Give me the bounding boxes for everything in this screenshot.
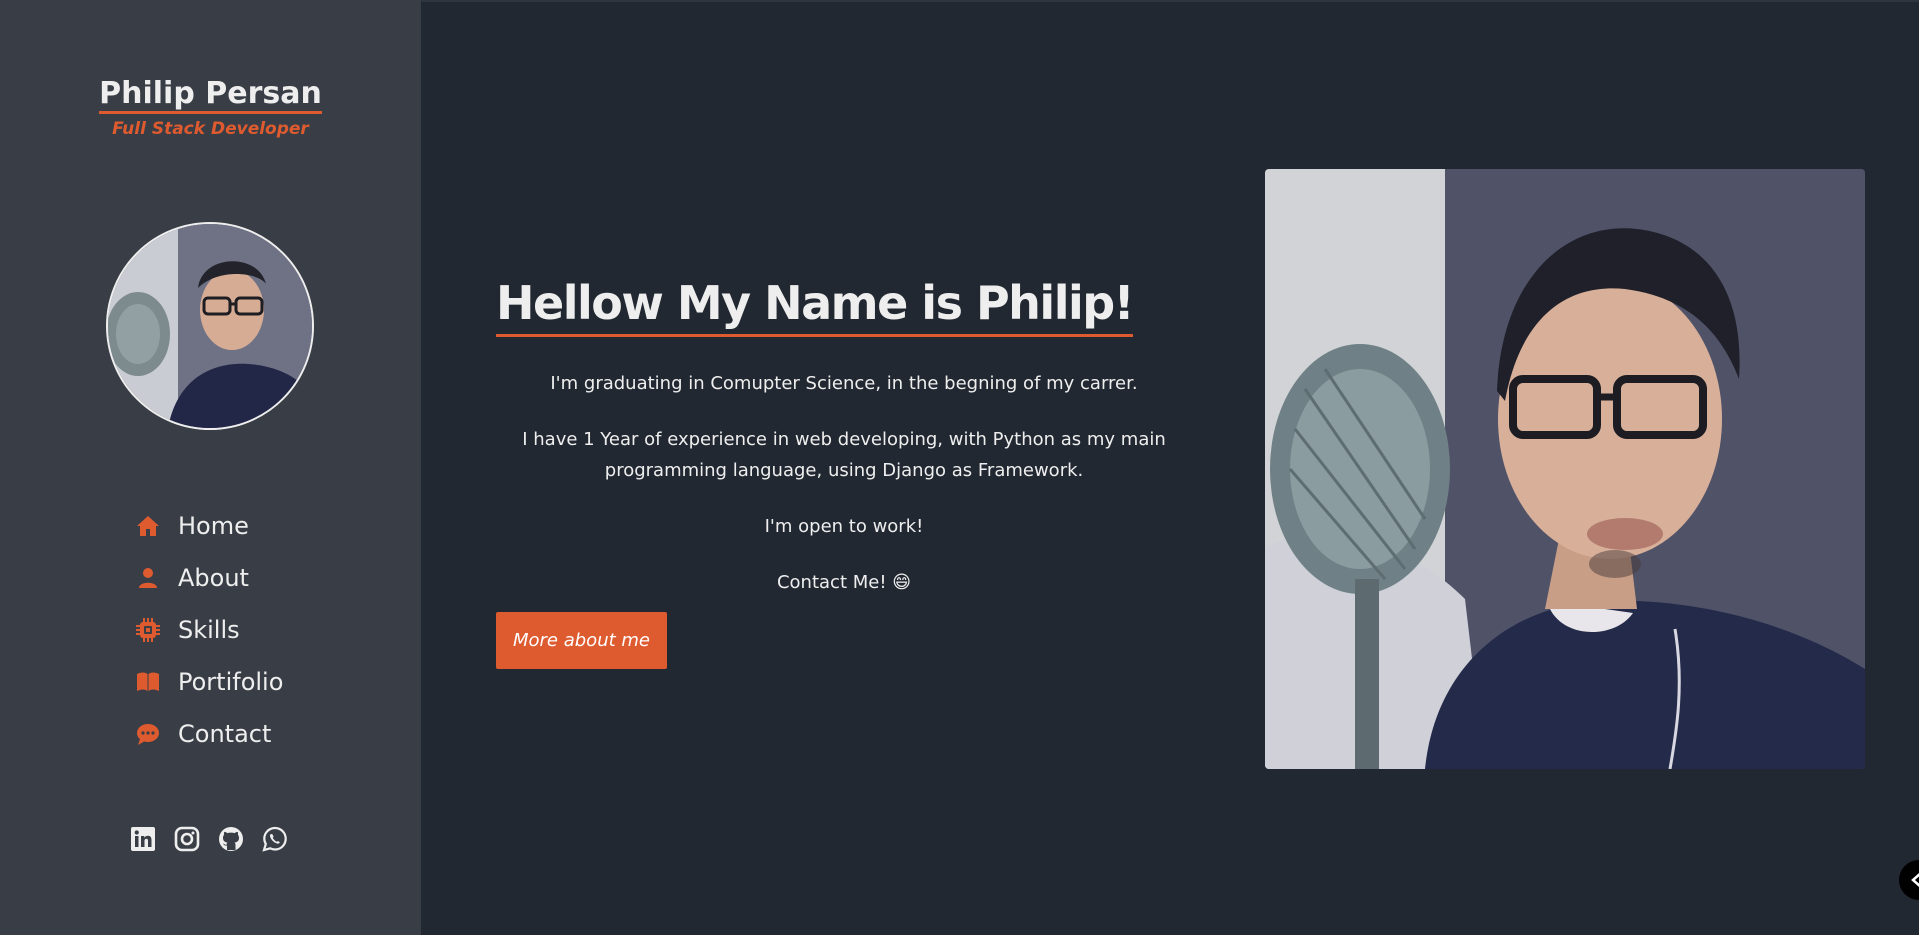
intro-text: I'm graduating in Comupter Science, in t… — [496, 368, 1192, 623]
book-icon — [136, 669, 168, 695]
github-icon[interactable] — [218, 826, 244, 852]
brand-role: Full Stack Developer — [112, 119, 309, 139]
more-about-me-button[interactable]: More about me — [496, 612, 667, 669]
chevron-left-icon — [1911, 873, 1919, 887]
sidebar: Philip Persan Full Stack Developer Home — [0, 0, 421, 935]
profile-photo — [1265, 169, 1865, 769]
nav-label: Contact — [178, 720, 272, 748]
whatsapp-icon[interactable] — [262, 826, 288, 852]
home-icon — [136, 513, 168, 539]
nav-item-skills[interactable]: Skills — [136, 604, 283, 656]
intro-paragraph: I'm open to work! — [764, 516, 924, 537]
nav-item-home[interactable]: Home — [136, 500, 283, 552]
user-icon — [136, 565, 168, 591]
chip-icon — [136, 617, 168, 643]
nav-item-about[interactable]: About — [136, 552, 283, 604]
profile-photo-image — [1265, 169, 1865, 769]
nav-label: Portifolio — [178, 668, 284, 696]
main-nav: Home About Skills Portifolio Contact — [136, 500, 283, 760]
intro-paragraph: I have 1 Year of experience in web devel… — [522, 429, 1166, 481]
nav-label: Home — [178, 512, 249, 540]
avatar — [106, 222, 314, 430]
linkedin-icon[interactable] — [130, 826, 156, 852]
nav-item-contact[interactable]: Contact — [136, 708, 283, 760]
nav-item-portfolio[interactable]: Portifolio — [136, 656, 283, 708]
nav-label: Skills — [178, 616, 240, 644]
hero-title: Hellow My Name is Philip! — [496, 272, 1135, 337]
instagram-icon[interactable] — [174, 826, 200, 852]
social-links — [130, 826, 288, 852]
avatar-photo — [108, 224, 312, 428]
back-to-top-button[interactable] — [1899, 860, 1919, 900]
chat-icon — [136, 721, 168, 747]
intro-paragraph: Contact Me! 😄 — [776, 572, 912, 593]
brand-name[interactable]: Philip Persan — [99, 78, 322, 114]
brand: Philip Persan Full Stack Developer — [0, 78, 421, 139]
nav-label: About — [178, 564, 249, 592]
intro-paragraph: I'm graduating in Comupter Science, in t… — [550, 373, 1138, 394]
